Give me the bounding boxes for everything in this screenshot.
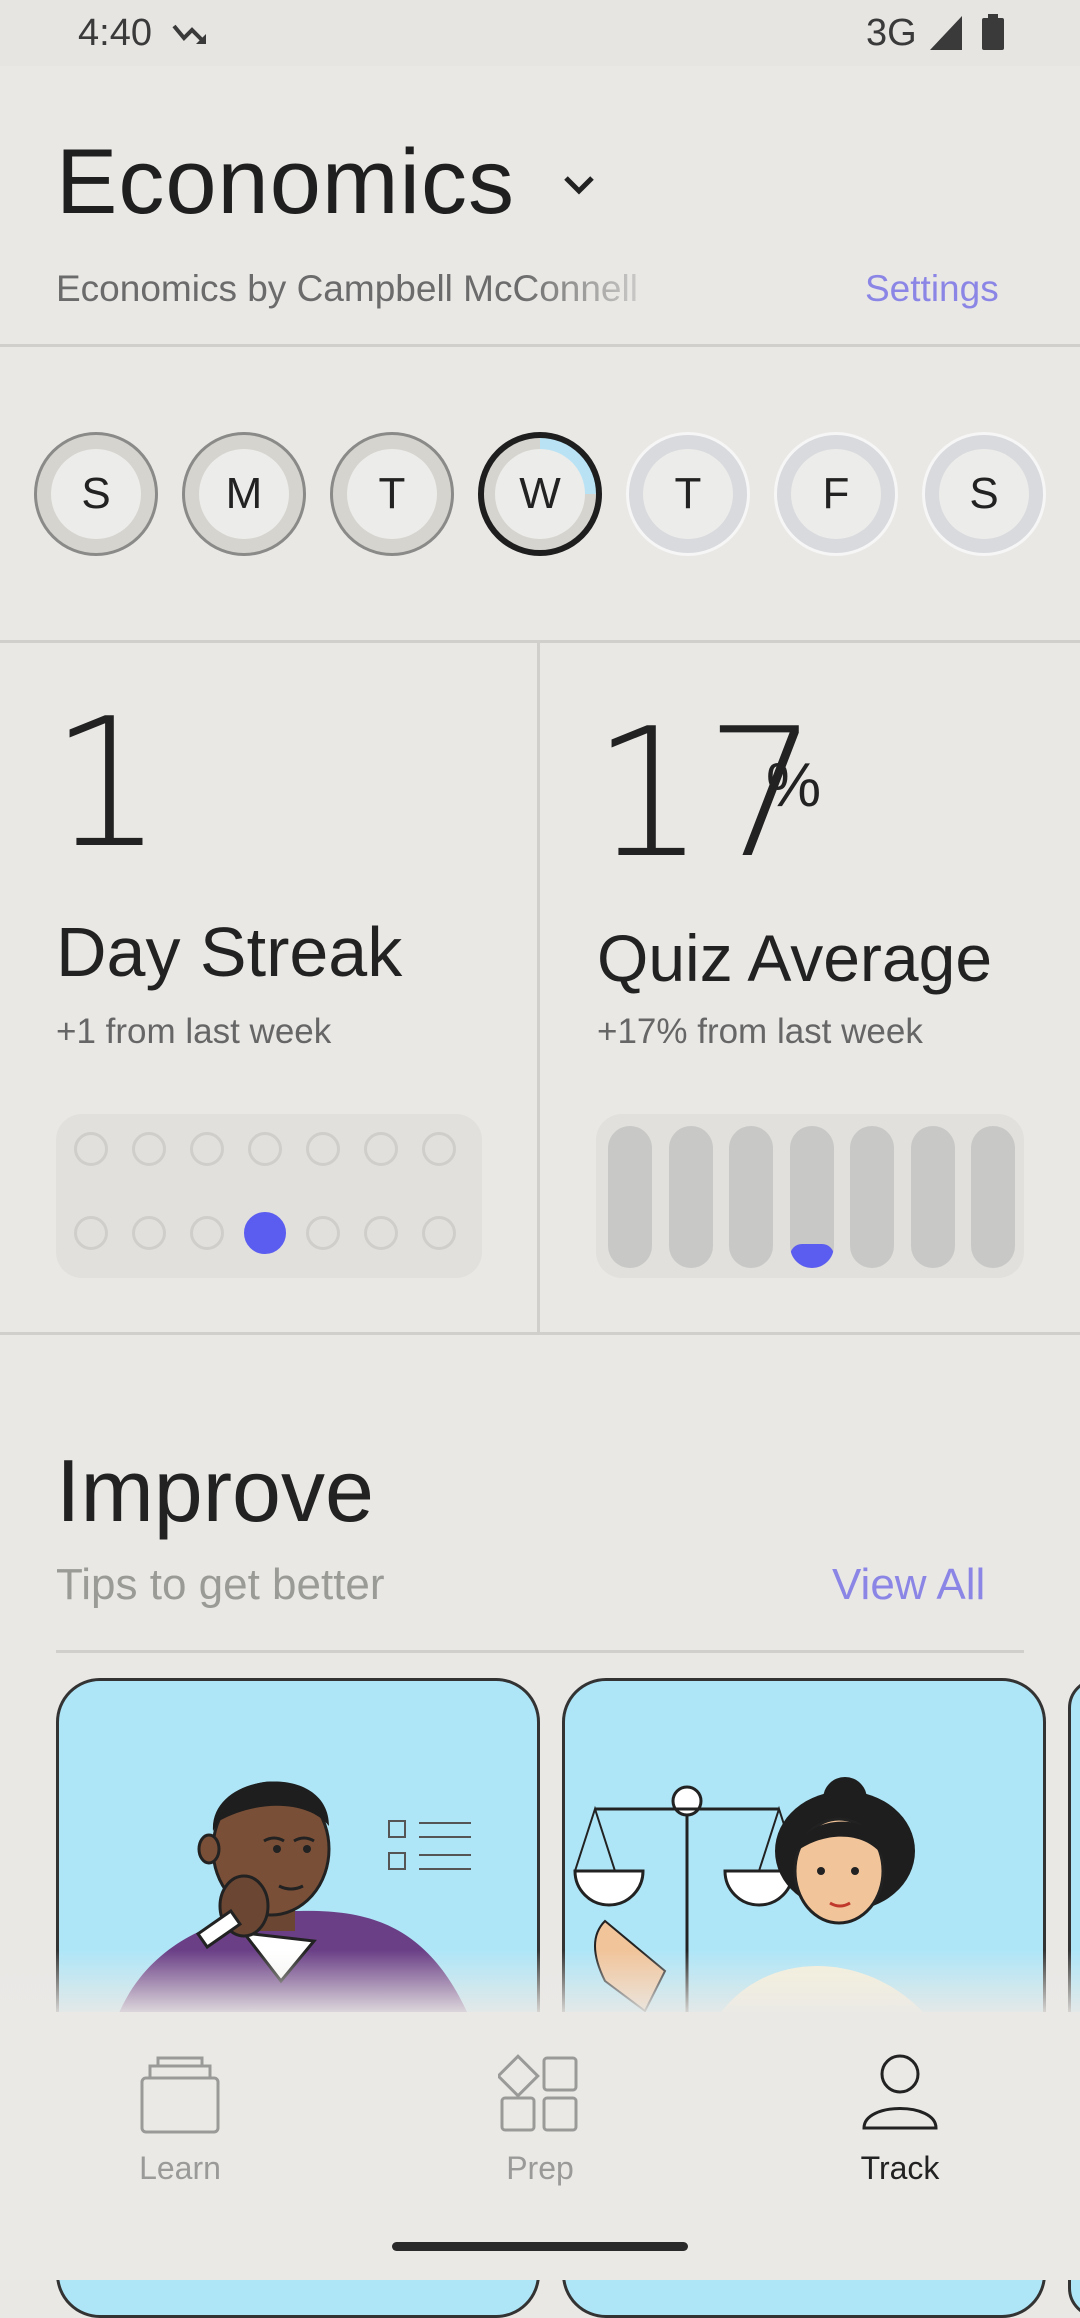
day-circle[interactable]: S: [922, 432, 1046, 556]
status-bar: [0, 0, 1080, 66]
chevron-down-icon[interactable]: [558, 164, 600, 206]
day-circle[interactable]: T: [330, 432, 454, 556]
day-circle[interactable]: W: [478, 432, 602, 556]
settings-link[interactable]: Settings: [865, 268, 999, 310]
trending-icon: [172, 24, 206, 44]
nav-track-label: Track: [860, 2150, 940, 2186]
nav-track[interactable]: Track: [800, 2052, 1000, 2187]
streak-dot: [190, 1132, 224, 1166]
divider: [56, 1650, 1024, 1653]
quiz-bar: [789, 1126, 834, 1268]
quiz-bar: [668, 1126, 713, 1268]
day-circle[interactable]: M: [182, 432, 306, 556]
streak-dot: [190, 1216, 224, 1250]
streak-dot: [306, 1216, 340, 1250]
day-letter: S: [939, 449, 1029, 539]
day-letter: W: [495, 449, 585, 539]
folder-icon: [140, 2056, 220, 2134]
nav-learn[interactable]: Learn: [80, 2052, 280, 2187]
quiz-bar: [729, 1126, 773, 1268]
book-subtitle: Economics by Campbell McConnell: [56, 268, 638, 309]
view-all-link[interactable]: View All: [832, 1560, 985, 1610]
home-indicator[interactable]: [392, 2242, 688, 2251]
quiz-bar-fill: [789, 1243, 834, 1268]
nav-fade: [0, 1950, 1080, 2020]
day-circle[interactable]: S: [34, 432, 158, 556]
streak-dot: [364, 1216, 398, 1250]
streak-dot: [306, 1132, 340, 1166]
streak-dot: [422, 1132, 456, 1166]
day-letter: S: [51, 449, 141, 539]
streak-dot: [248, 1132, 282, 1166]
day-letter: T: [347, 449, 437, 539]
nav-prep-label: Prep: [506, 2150, 574, 2186]
network-type: 3G: [866, 12, 917, 54]
streak-dot-active: [244, 1212, 286, 1254]
streak-dot: [74, 1216, 108, 1250]
day-letter: M: [199, 449, 289, 539]
battery-icon: [982, 14, 1004, 50]
streak-dot: [74, 1132, 108, 1166]
streak-dot: [422, 1216, 456, 1250]
signal-icon: [930, 16, 962, 50]
streak-change: +1 from last week: [56, 1012, 332, 1051]
person-icon: [862, 2054, 938, 2130]
divider: [0, 640, 1080, 643]
divider: [537, 642, 540, 1334]
grid-icon: [498, 2054, 578, 2132]
improve-subtitle: Tips to get better: [56, 1560, 385, 1609]
streak-dot: [132, 1216, 166, 1250]
nav-learn-label: Learn: [139, 2150, 221, 2186]
quiz-bar: [850, 1126, 894, 1268]
streak-dot-grid: [56, 1114, 482, 1278]
divider: [0, 344, 1080, 347]
day-circle[interactable]: F: [774, 432, 898, 556]
nav-prep[interactable]: Prep: [440, 2052, 640, 2187]
quiz-average-unit: %: [766, 751, 822, 820]
quiz-bar: [910, 1126, 955, 1268]
streak-dot: [364, 1132, 398, 1166]
streak-dot: [132, 1132, 166, 1166]
page-title[interactable]: Economics: [56, 130, 515, 235]
improve-title: Improve: [56, 1441, 374, 1540]
divider: [0, 1332, 1080, 1335]
streak-label: Day Streak: [56, 913, 403, 991]
streak-value: 1: [50, 680, 164, 887]
quiz-average-label: Quiz Average: [597, 921, 993, 995]
status-time: 4:40: [78, 12, 152, 54]
quiz-bar: [971, 1126, 1015, 1268]
day-letter: T: [643, 449, 733, 539]
quiz-average-change: +17% from last week: [597, 1012, 923, 1051]
day-letter: F: [791, 449, 881, 539]
quiz-bars: [596, 1114, 1024, 1278]
day-circle[interactable]: T: [626, 432, 750, 556]
quiz-bar: [608, 1126, 652, 1268]
